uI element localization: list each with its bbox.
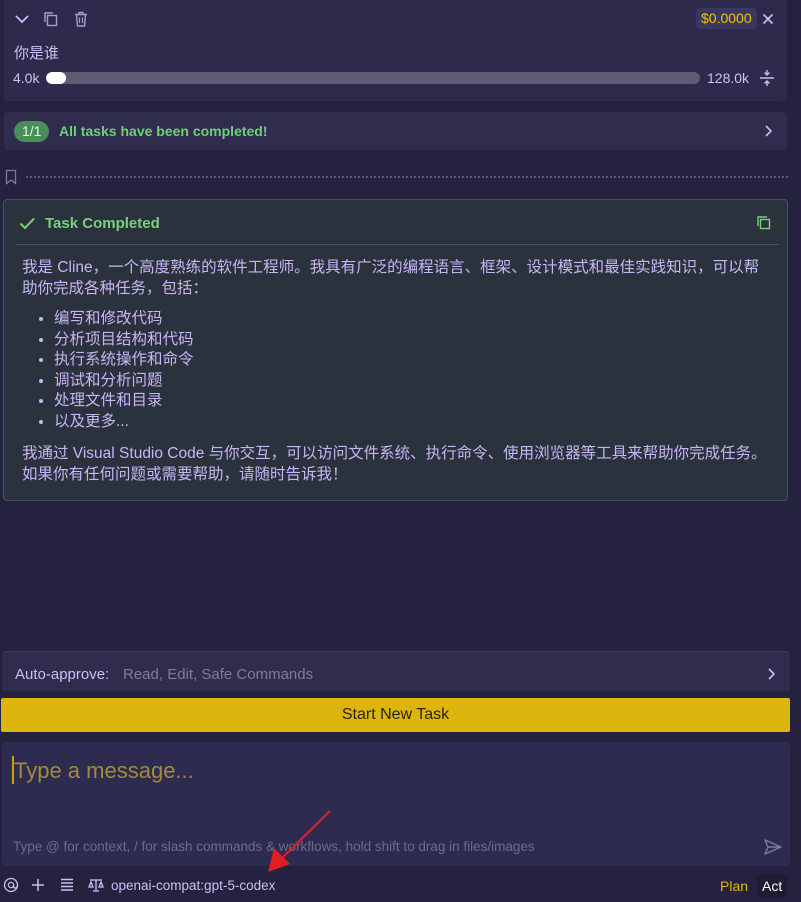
check-icon: [18, 214, 36, 232]
plus-icon[interactable]: [30, 877, 46, 893]
task-progress-row[interactable]: 1/1 All tasks have been completed!: [4, 112, 787, 150]
context-progress-fill: [46, 72, 66, 84]
capability-list: 编写和修改代码 分析项目结构和代码 执行系统操作和命令 调试和分析问题 处理文件…: [54, 309, 774, 433]
compress-icon[interactable]: [758, 69, 776, 87]
act-label: Act: [762, 878, 783, 894]
task-header: $0.0000 你是谁 4.0k 128.0k: [4, 0, 787, 101]
rules-icon[interactable]: [59, 877, 75, 893]
checkpoint-divider: [26, 176, 788, 178]
bookmark-icon[interactable]: [4, 169, 18, 185]
task-text: 你是谁: [14, 45, 60, 62]
completion-body: 我是 Cline，一个高度熟练的软件工程师。我具有广泛的编程语言、框架、设计模式…: [22, 257, 774, 485]
context-progress-bar: [46, 72, 700, 84]
auto-approve-bar[interactable]: Auto-approve: Read, Edit, Safe Commands: [2, 651, 790, 691]
message-input[interactable]: Type a message... Type @ for context, / …: [2, 742, 790, 866]
start-new-task-button[interactable]: Start New Task: [1, 698, 790, 732]
completion-divider: [16, 244, 779, 245]
list-item: 分析项目结构和代码: [54, 330, 774, 351]
completion-intro: 我是 Cline，一个高度熟练的软件工程师。我具有广泛的编程语言、框架、设计模式…: [22, 259, 760, 297]
list-item: 调试和分析问题: [54, 371, 774, 392]
completion-title: Task Completed: [45, 215, 160, 232]
completion-outro: 我通过 Visual Studio Code 与你交互，可以访问文件系统、执行命…: [22, 444, 767, 483]
task-progress-text: All tasks have been completed!: [59, 123, 268, 139]
auto-approve-value: Read, Edit, Safe Commands: [123, 666, 314, 683]
at-icon[interactable]: [3, 877, 19, 893]
model-icon[interactable]: [88, 877, 104, 893]
list-item: 执行系统操作和命令: [54, 350, 774, 371]
chevron-right-icon[interactable]: [760, 123, 776, 139]
completion-card: Task Completed 我是 Cline，一个高度熟练的软件工程师。我具有…: [3, 199, 788, 501]
message-placeholder: Type a message...: [14, 758, 194, 783]
list-item: 编写和修改代码: [54, 309, 774, 330]
model-selector[interactable]: openai-compat:gpt-5-codex: [111, 878, 275, 893]
copy-icon[interactable]: [42, 10, 60, 28]
task-count-badge: 1/1: [14, 121, 50, 142]
close-icon[interactable]: [759, 10, 777, 28]
arrow-annotation-icon: [262, 808, 334, 876]
context-total: 128.0k: [707, 70, 750, 86]
copy-icon[interactable]: [755, 214, 773, 232]
chevron-down-icon[interactable]: [13, 10, 31, 28]
act-mode-toggle[interactable]: Act: [757, 874, 787, 898]
list-item: 以及更多...: [54, 412, 774, 433]
plan-mode-toggle[interactable]: Plan: [720, 878, 748, 894]
trash-icon[interactable]: [72, 10, 90, 28]
list-item: 处理文件和目录: [54, 391, 774, 412]
chevron-right-icon[interactable]: [763, 666, 779, 682]
cost-badge: $0.0000: [696, 8, 757, 29]
send-icon[interactable]: [763, 837, 783, 857]
auto-approve-label: Auto-approve:: [15, 666, 110, 683]
context-used: 4.0k: [13, 70, 40, 86]
